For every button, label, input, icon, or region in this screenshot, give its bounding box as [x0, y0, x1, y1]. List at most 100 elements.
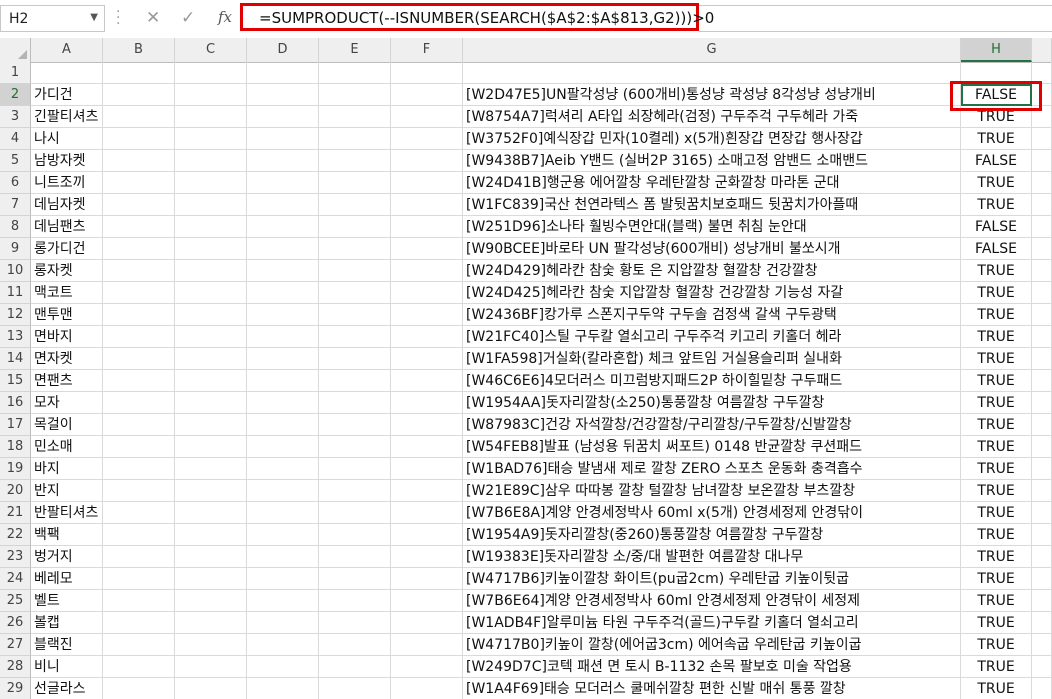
cell-c[interactable] — [175, 414, 247, 436]
cell-d[interactable] — [247, 414, 319, 436]
cell-c[interactable] — [175, 216, 247, 238]
cell-d[interactable] — [247, 392, 319, 414]
cell-c[interactable] — [175, 238, 247, 260]
cell-b[interactable] — [103, 238, 175, 260]
cell-c[interactable] — [175, 304, 247, 326]
cell-c[interactable] — [175, 502, 247, 524]
cell-d[interactable] — [247, 590, 319, 612]
cell-g[interactable]: [W1FC839]국산 천연라텍스 폼 발뒷꿈치보호패드 뒷꿈치가아플때 — [463, 194, 961, 216]
cell-a[interactable]: 맥코트 — [31, 282, 103, 304]
cell-a[interactable]: 데님팬츠 — [31, 216, 103, 238]
cell-e[interactable] — [319, 348, 391, 370]
cell-a[interactable] — [31, 62, 103, 84]
cell-a[interactable]: 롱자켓 — [31, 260, 103, 282]
cell-a[interactable]: 롱가디건 — [31, 238, 103, 260]
cell-f[interactable] — [391, 238, 463, 260]
cell-g[interactable]: [W1ADB4F]알루미늄 타원 구두주걱(골드)구두칼 키홀더 열쇠고리 — [463, 612, 961, 634]
cell-c[interactable] — [175, 436, 247, 458]
cell-f[interactable] — [391, 84, 463, 106]
cell-d[interactable] — [247, 546, 319, 568]
cell-h[interactable]: TRUE — [961, 502, 1032, 524]
cell-d[interactable] — [247, 634, 319, 656]
cell-d[interactable] — [247, 348, 319, 370]
cell-d[interactable] — [247, 480, 319, 502]
cell-e[interactable] — [319, 128, 391, 150]
cell-b[interactable] — [103, 656, 175, 678]
cell-a[interactable]: 면팬츠 — [31, 370, 103, 392]
select-all-button[interactable] — [0, 38, 31, 62]
cell-f[interactable] — [391, 612, 463, 634]
cell-g[interactable]: [W2436BF]캉가루 스폰지구두약 구두솔 검정색 갈색 구두광택 — [463, 304, 961, 326]
cell-b[interactable] — [103, 370, 175, 392]
cell-d[interactable] — [247, 370, 319, 392]
cell-c[interactable] — [175, 546, 247, 568]
cell-a[interactable]: 반팔티셔츠 — [31, 502, 103, 524]
cell-e[interactable] — [319, 326, 391, 348]
cell-e[interactable] — [319, 524, 391, 546]
cell-e[interactable] — [319, 84, 391, 106]
cell-a[interactable]: 반지 — [31, 480, 103, 502]
cell-a[interactable]: 볼캡 — [31, 612, 103, 634]
cell-g[interactable]: [W251D96]소나타 훨빙수면안대(블랙) 불면 취침 눈안대 — [463, 216, 961, 238]
row-header[interactable]: 24 — [0, 568, 31, 590]
column-header-f[interactable]: F — [391, 38, 463, 62]
cell-g[interactable]: [W87983C]건강 자석깔창/건강깔창/구리깔창/구두깔창/신발깔창 — [463, 414, 961, 436]
cell-g[interactable]: [W7B6E64]계양 안경세정박사 60ml 안경세정제 안경닦이 세정제 — [463, 590, 961, 612]
cell-next[interactable] — [1032, 304, 1052, 326]
row-header[interactable]: 22 — [0, 524, 31, 546]
column-header-e[interactable]: E — [319, 38, 391, 62]
cell-g[interactable]: [W1954A9]돗자리깔창(중260)통풍깔창 여름깔창 구두깔창 — [463, 524, 961, 546]
cell-f[interactable] — [391, 150, 463, 172]
cell-g[interactable]: [W24D41B]행군용 에어깔창 우레탄깔창 군화깔창 마라톤 군대 — [463, 172, 961, 194]
cell-h[interactable]: TRUE — [961, 260, 1032, 282]
cell-f[interactable] — [391, 304, 463, 326]
cell-f[interactable] — [391, 678, 463, 699]
cell-c[interactable] — [175, 524, 247, 546]
cell-c[interactable] — [175, 370, 247, 392]
cell-h[interactable]: TRUE — [961, 392, 1032, 414]
cell-b[interactable] — [103, 480, 175, 502]
cell-a[interactable]: 선글라스 — [31, 678, 103, 699]
cell-a[interactable]: 가디건 — [31, 84, 103, 106]
row-header[interactable]: 26 — [0, 612, 31, 634]
formula-bar-extension[interactable] — [699, 5, 1052, 32]
cell-a[interactable]: 니트조끼 — [31, 172, 103, 194]
row-header[interactable]: 27 — [0, 634, 31, 656]
cell-d[interactable] — [247, 106, 319, 128]
cell-a[interactable]: 벙거지 — [31, 546, 103, 568]
cell-h[interactable]: TRUE — [961, 546, 1032, 568]
cell-h[interactable]: TRUE — [961, 282, 1032, 304]
cell-c[interactable] — [175, 326, 247, 348]
cell-next[interactable] — [1032, 62, 1052, 84]
cell-e[interactable] — [319, 414, 391, 436]
cell-a[interactable]: 모자 — [31, 392, 103, 414]
cell-h[interactable]: TRUE — [961, 194, 1032, 216]
cell-next[interactable] — [1032, 84, 1052, 106]
cell-d[interactable] — [247, 282, 319, 304]
cell-next[interactable] — [1032, 568, 1052, 590]
cell-next[interactable] — [1032, 524, 1052, 546]
cell-g[interactable]: [W4717B6]키높이깔창 화이트(pu굽2cm) 우레탄굽 키높이뒷굽 — [463, 568, 961, 590]
cell-b[interactable] — [103, 216, 175, 238]
cell-h[interactable]: TRUE — [961, 480, 1032, 502]
cell-d[interactable] — [247, 656, 319, 678]
cell-f[interactable] — [391, 172, 463, 194]
cell-g[interactable] — [463, 62, 961, 84]
cell-b[interactable] — [103, 458, 175, 480]
cell-next[interactable] — [1032, 678, 1052, 699]
cell-f[interactable] — [391, 260, 463, 282]
cell-d[interactable] — [247, 194, 319, 216]
column-header-d[interactable]: D — [247, 38, 319, 62]
name-box[interactable]: H2 ▼ — [0, 5, 105, 32]
row-header[interactable]: 14 — [0, 348, 31, 370]
cell-e[interactable] — [319, 150, 391, 172]
row-header[interactable]: 17 — [0, 414, 31, 436]
cell-d[interactable] — [247, 260, 319, 282]
cell-a[interactable]: 남방자켓 — [31, 150, 103, 172]
cell-g[interactable]: [W24D429]헤라칸 참숯 황토 은 지압깔창 혈깔창 건강깔창 — [463, 260, 961, 282]
cell-e[interactable] — [319, 678, 391, 699]
formula-input[interactable]: =SUMPRODUCT(--ISNUMBER(SEARCH($A$2:$A$81… — [240, 3, 714, 31]
column-header-next[interactable] — [1032, 38, 1052, 62]
cell-a[interactable]: 나시 — [31, 128, 103, 150]
cell-b[interactable] — [103, 348, 175, 370]
